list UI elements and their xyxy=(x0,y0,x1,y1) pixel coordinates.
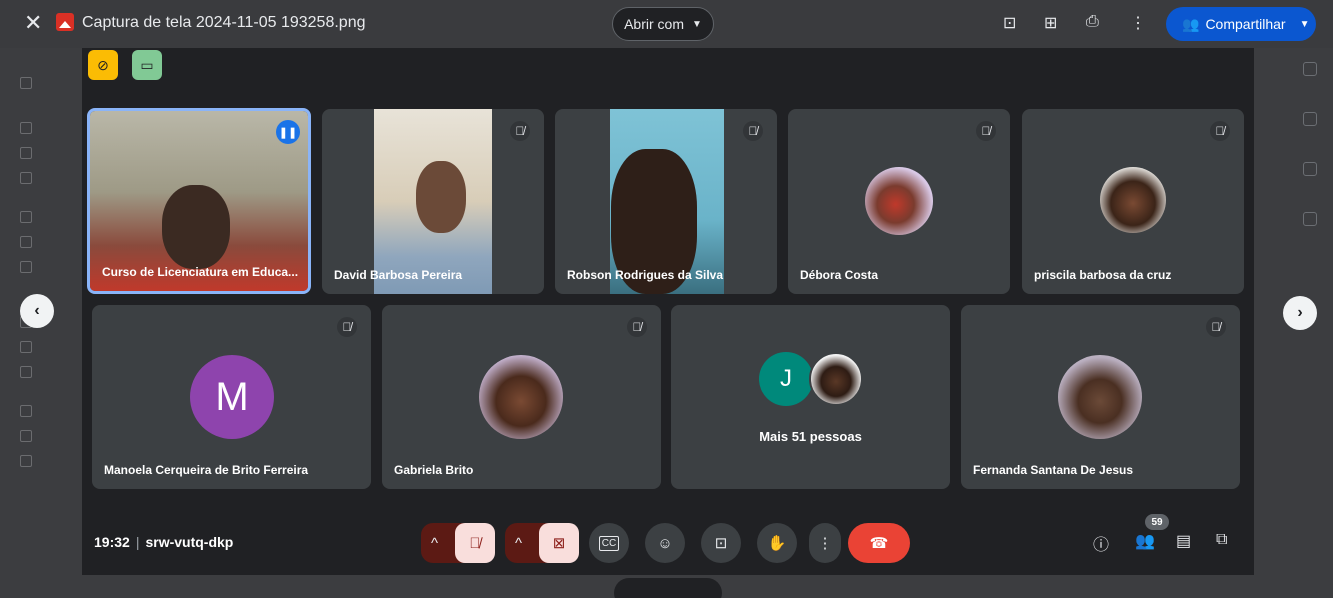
devices-icon[interactable]: ▭ xyxy=(132,50,162,80)
mic-off-icon: 🎙̸ xyxy=(337,317,357,337)
people-icon[interactable]: 👥 xyxy=(1135,531,1155,551)
next-arrow-icon[interactable]: › xyxy=(1283,296,1317,330)
participant-name: Débora Costa xyxy=(800,268,879,282)
participant-name: Gabriela Brito xyxy=(394,463,474,477)
participant-tile[interactable]: M 🎙̸ Manoela Cerqueira de Brito Ferreira xyxy=(92,305,371,489)
more-participants-tile[interactable]: J Mais 51 pessoas xyxy=(671,305,950,489)
share-label: Compartilhar xyxy=(1205,16,1286,32)
present-button[interactable]: ⊡ xyxy=(701,523,741,563)
emoji-icon: ☺ xyxy=(657,534,673,552)
participant-name: Manoela Cerqueira de Brito Ferreira xyxy=(104,463,309,477)
more-vert-icon[interactable]: ⋮ xyxy=(1130,13,1146,33)
participant-tile[interactable]: 🎙̸ priscila barbosa da cruz xyxy=(1022,109,1244,294)
file-title: Captura de tela 2024-11-05 193258.png xyxy=(82,14,366,31)
end-call-button[interactable]: ☎ xyxy=(848,523,910,563)
participant-count-badge: 59 xyxy=(1145,514,1169,530)
open-with-button[interactable]: Abrir com ▼ xyxy=(612,7,714,41)
reactions-button[interactable]: ☺ xyxy=(645,523,685,563)
participant-name: Curso de Licenciatura em Educa... xyxy=(102,265,299,279)
previous-arrow-icon[interactable]: ‹ xyxy=(20,294,54,328)
open-with-label: Abrir com xyxy=(624,16,684,32)
participant-name: priscila barbosa da cruz xyxy=(1034,268,1172,282)
more-vert-icon: ⋮ xyxy=(817,535,833,552)
participant-avatar xyxy=(479,355,563,439)
chat-icon[interactable]: ▤ xyxy=(1176,531,1191,551)
participant-tile[interactable]: 🎙̸ Fernanda Santana De Jesus xyxy=(961,305,1240,489)
participant-name: Fernanda Santana De Jesus xyxy=(973,463,1134,477)
camera-off-icon[interactable]: ⊠ xyxy=(539,523,579,563)
person-video xyxy=(416,161,466,233)
participant-tile[interactable]: 🎙̸ Débora Costa xyxy=(788,109,1010,294)
viewer-toolbar: ✕ Captura de tela 2024-11-05 193258.png … xyxy=(0,0,1333,48)
phone-hangup-icon: ☎ xyxy=(869,535,889,552)
mic-off-icon: 🎙̸ xyxy=(627,317,647,337)
mic-off-icon: 🎙̸ xyxy=(510,121,530,141)
captions-icon: CC xyxy=(598,535,620,551)
participant-avatar xyxy=(809,352,863,406)
drive-right-rail xyxy=(1303,62,1317,226)
camera-control[interactable]: ^ ⊠ xyxy=(505,523,579,563)
participant-avatar xyxy=(865,167,933,235)
participant-name: Robson Rodrigues da Silva xyxy=(567,268,724,282)
add-to-drive-icon[interactable]: ⊡ xyxy=(1003,13,1016,33)
more-people-label: Mais 51 pessoas xyxy=(759,429,862,444)
share-button[interactable]: 👥 Compartilhar ▼ xyxy=(1166,7,1316,41)
participant-tile[interactable]: ❚❚ Curso de Licenciatura em Educa... xyxy=(87,108,311,294)
hand-icon: ✋ xyxy=(767,535,787,552)
participant-name: David Barbosa Pereira xyxy=(334,268,463,282)
close-icon[interactable]: ✕ xyxy=(24,10,42,36)
people-icon: 👥 xyxy=(1182,15,1200,32)
meet-window: ⊘ ▭ ❚❚ Curso de Licenciatura em Educa...… xyxy=(82,48,1254,575)
present-screen-icon: ⊡ xyxy=(714,535,728,552)
chevron-up-icon[interactable]: ^ xyxy=(515,535,522,552)
chevron-up-icon[interactable]: ^ xyxy=(431,535,438,552)
meeting-code: srw-vutq-dkp xyxy=(145,534,234,550)
image-file-icon xyxy=(56,13,74,31)
presentation-off-icon[interactable]: ⊘ xyxy=(88,50,118,80)
caret-down-icon: ▼ xyxy=(1299,18,1310,30)
participant-avatar: M xyxy=(190,355,274,439)
mic-off-icon[interactable]: 🎙̸ xyxy=(455,523,495,563)
meet-top-icons: ⊘ ▭ xyxy=(88,50,162,80)
info-icon[interactable]: ⓘ xyxy=(1093,531,1109,555)
participant-avatar: J xyxy=(759,352,813,406)
meeting-info: 19:32 | srw-vutq-dkp xyxy=(94,534,234,550)
meeting-time: 19:32 xyxy=(94,534,130,550)
participant-tile[interactable]: 🎙̸ Robson Rodrigues da Silva xyxy=(555,109,777,294)
add-icon[interactable]: ⊞ xyxy=(1044,13,1057,33)
activities-icon[interactable]: ⧉ xyxy=(1216,531,1227,549)
mic-control[interactable]: ^ 🎙̸ xyxy=(421,523,495,563)
captions-button[interactable]: CC xyxy=(589,523,629,563)
zoom-controls[interactable] xyxy=(614,578,722,598)
raise-hand-button[interactable]: ✋ xyxy=(757,523,797,563)
mic-off-icon: 🎙̸ xyxy=(743,121,763,141)
mic-off-icon: 🎙̸ xyxy=(1206,317,1226,337)
participant-tile[interactable]: 🎙̸ David Barbosa Pereira xyxy=(322,109,544,294)
participant-avatar xyxy=(1058,355,1142,439)
more-options-button[interactable]: ⋮ xyxy=(809,523,841,563)
caret-down-icon: ▼ xyxy=(692,18,702,30)
participant-tile[interactable]: 🎙̸ Gabriela Brito xyxy=(382,305,661,489)
drive-sidebar xyxy=(20,60,90,473)
person-video xyxy=(162,185,230,269)
participant-avatar xyxy=(1100,167,1166,233)
print-icon[interactable]: ⎙ xyxy=(1086,13,1099,31)
speaking-icon: ❚❚ xyxy=(276,120,300,144)
mic-off-icon: 🎙̸ xyxy=(1210,121,1230,141)
mic-off-icon: 🎙̸ xyxy=(976,121,996,141)
